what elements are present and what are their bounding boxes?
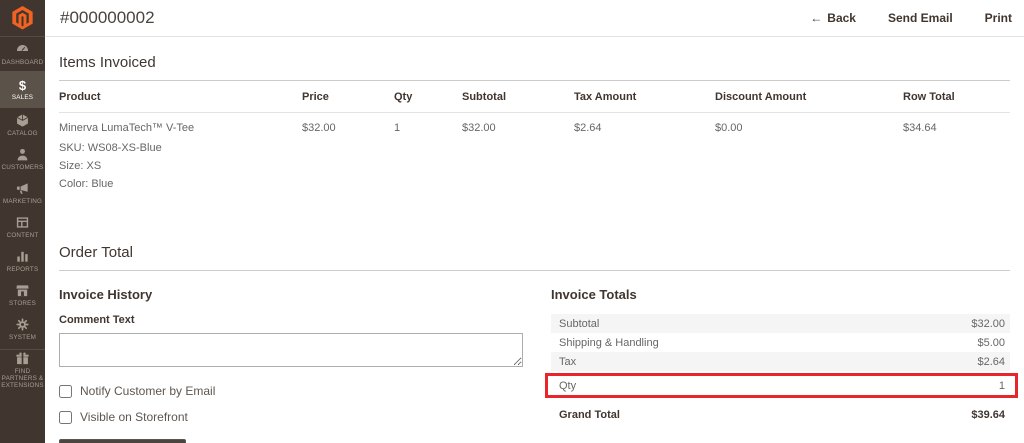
send-email-label: Send Email: [887, 11, 953, 25]
comment-text-label: Comment Text: [59, 314, 135, 326]
discount-amount-cell: $0.00: [715, 122, 743, 134]
sidebar-item-reports[interactable]: REPORTS: [0, 244, 45, 278]
stores-storefront-icon: [16, 285, 29, 297]
sidebar-item-customers[interactable]: CUSTOMERS: [0, 142, 45, 176]
col-header-qty: Qty: [394, 81, 462, 113]
table-header-row: Product Price Qty Subtotal Tax Amount Di…: [59, 81, 1010, 113]
items-invoiced-title: Items Invoiced: [59, 54, 1010, 81]
sidebar-item-find-partners-extensions[interactable]: FIND PARTNERS & EXTENSIONS: [0, 349, 45, 389]
page-title: #000000002: [60, 8, 155, 27]
totals-row-qty: Qty 1: [548, 376, 1015, 395]
invoice-history-panel: Invoice History Comment Text Notify Cust…: [59, 281, 523, 443]
totals-row-subtotal: Subtotal $32.00: [551, 314, 1010, 333]
totals-label: Shipping & Handling: [559, 336, 659, 349]
totals-label: Subtotal: [559, 317, 600, 330]
magento-logo[interactable]: [0, 0, 45, 37]
totals-row-shipping: Shipping & Handling $5.00: [551, 333, 1010, 352]
sidebar-item-label: SALES: [11, 93, 34, 101]
comment-text-input[interactable]: [59, 333, 523, 367]
submit-comment-button[interactable]: Submit Comment: [59, 439, 187, 443]
marketing-megaphone-icon: [16, 183, 28, 195]
sidebar-item-sales[interactable]: $ SALES: [0, 71, 45, 108]
col-header-row-total: Row Total: [903, 81, 1010, 113]
sidebar-item-label: CUSTOMERS: [1, 164, 44, 171]
sidebar-item-label: MARKETING: [2, 198, 43, 205]
invoice-totals-title: Invoice Totals: [551, 287, 637, 302]
invoice-history-title: Invoice History: [59, 287, 153, 302]
totals-label: Grand Total: [559, 408, 620, 421]
totals-value: 1: [998, 379, 1005, 392]
visible-storefront-checkbox-row[interactable]: Visible on Storefront: [59, 410, 523, 424]
col-header-subtotal: Subtotal: [462, 81, 574, 113]
extensions-gift-icon: [16, 352, 29, 364]
qty-row-annotation-box: Qty 1: [545, 373, 1018, 398]
sidebar-item-label: CATALOG: [7, 130, 38, 137]
print-label: Print: [984, 11, 1012, 25]
sidebar-item-label: SYSTEM: [8, 334, 37, 341]
table-row: Minerva LumaTech™ V-Tee SKU: WS08-XS-Blu…: [59, 113, 1010, 197]
page-header: #000000002 ← Back Send Email Print: [45, 0, 1024, 37]
totals-label: Qty: [559, 379, 577, 392]
order-total-title: Order Total: [59, 244, 1010, 271]
sidebar-item-label: FIND PARTNERS & EXTENSIONS: [1, 367, 44, 389]
sidebar-item-marketing[interactable]: MARKETING: [0, 176, 45, 210]
product-color: Color: Blue: [59, 178, 114, 190]
back-button-label: Back: [827, 11, 856, 25]
main-content: Items Invoiced Product Price Qty Subtota…: [45, 54, 1024, 443]
system-gear-icon: [16, 318, 29, 331]
col-header-discount-amount: Discount Amount: [715, 81, 903, 113]
catalog-box-icon: [16, 114, 29, 127]
sidebar-item-catalog[interactable]: CATALOG: [0, 108, 45, 142]
product-cell: Minerva LumaTech™ V-Tee SKU: WS08-XS-Blu…: [59, 113, 302, 197]
sales-dollar-icon: $: [18, 77, 27, 93]
totals-value: $2.64: [977, 355, 1005, 368]
content-layout-icon: [16, 217, 29, 228]
magento-logo-icon: [12, 6, 33, 30]
print-button[interactable]: Print: [985, 11, 1012, 25]
row-total-cell: $34.64: [903, 122, 937, 134]
totals-value: $5.00: [977, 336, 1005, 349]
sidebar-item-label: STORES: [9, 300, 36, 307]
dashboard-gauge-icon: [17, 44, 28, 51]
invoice-totals-panel: Invoice Totals Subtotal $32.00 Shipping …: [545, 281, 1018, 443]
price-cell: $32.00: [302, 122, 336, 134]
sidebar-item-dashboard[interactable]: DASHBOARD: [0, 37, 45, 71]
items-invoiced-table: Product Price Qty Subtotal Tax Amount Di…: [59, 81, 1010, 196]
sidebar-item-label: REPORTS: [6, 266, 39, 273]
tax-amount-cell: $2.64: [574, 122, 602, 134]
customers-person-icon: [17, 148, 28, 161]
col-header-product: Product: [59, 81, 302, 113]
subtotal-cell: $32.00: [462, 122, 496, 134]
header-actions: ← Back Send Email Print: [810, 11, 1012, 25]
reports-chart-icon: [17, 251, 28, 262]
totals-row-grand-total: Grand Total $39.64: [551, 402, 1010, 421]
notify-customer-checkbox[interactable]: [59, 384, 72, 398]
product-name: Minerva LumaTech™ V-Tee: [59, 122, 195, 134]
product-sku: SKU: WS08-XS-Blue: [59, 142, 162, 154]
sidebar-item-system[interactable]: SYSTEM: [0, 312, 45, 346]
sidebar-item-stores[interactable]: STORES: [0, 278, 45, 312]
col-header-price: Price: [302, 81, 394, 113]
sidebar-item-label: DASHBOARD: [1, 59, 44, 66]
send-email-button[interactable]: Send Email: [888, 11, 953, 25]
totals-value: $32.00: [971, 317, 1005, 330]
qty-cell: 1: [394, 122, 401, 134]
visible-storefront-label: Visible on Storefront: [80, 410, 188, 424]
back-arrow-icon: ←: [810, 11, 823, 25]
notify-customer-label: Notify Customer by Email: [80, 384, 216, 398]
admin-sidebar: DASHBOARD $ SALES CATALOG CUSTOMERS MARK…: [0, 0, 45, 443]
totals-label: Tax: [559, 355, 577, 368]
back-button[interactable]: ← Back: [810, 11, 856, 25]
col-header-tax-amount: Tax Amount: [574, 81, 715, 113]
totals-value: $39.64: [971, 408, 1005, 421]
totals-row-tax: Tax $2.64: [551, 352, 1010, 371]
notify-customer-checkbox-row[interactable]: Notify Customer by Email: [59, 384, 523, 398]
sidebar-item-content[interactable]: CONTENT: [0, 210, 45, 244]
product-size: Size: XS: [59, 160, 102, 172]
visible-storefront-checkbox[interactable]: [59, 410, 72, 424]
sidebar-item-label: CONTENT: [6, 232, 39, 239]
